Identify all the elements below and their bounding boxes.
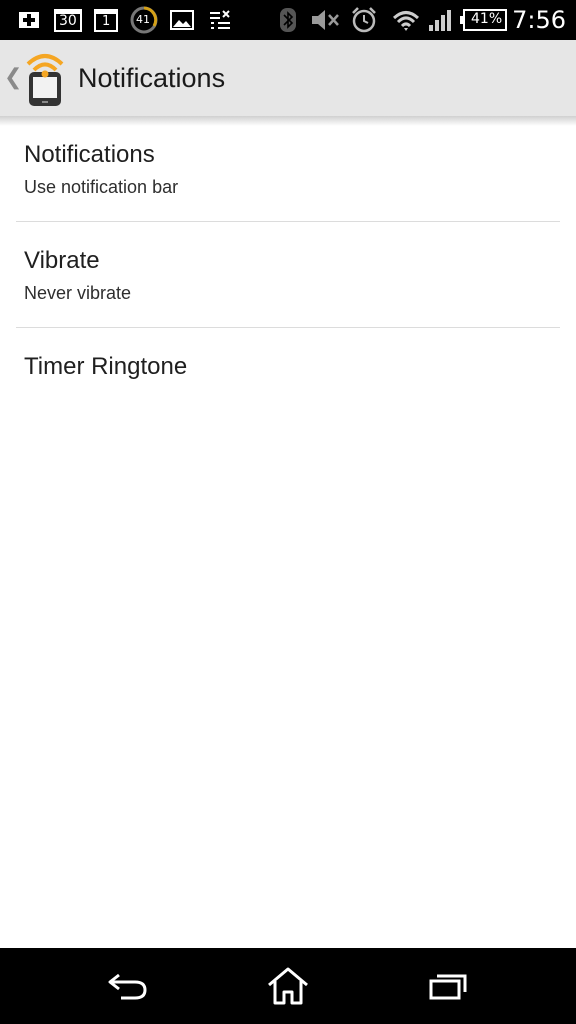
- calendar-day-a: 30: [59, 13, 77, 29]
- alarm-icon: [350, 6, 378, 34]
- pref-summary: Never vibrate: [24, 283, 132, 303]
- calendar-day-b: 1: [102, 14, 111, 29]
- wifi-icon: [392, 6, 420, 34]
- status-bar: 30 1 41 41% 7:56: [0, 0, 576, 40]
- recent-apps-icon[interactable]: [418, 964, 478, 1008]
- bluetooth-icon: [278, 6, 298, 34]
- mute-icon: [310, 6, 340, 34]
- chevron-left-icon[interactable]: ❮: [4, 65, 22, 90]
- preference-list: Notifications Use notification bar Vibra…: [0, 126, 576, 424]
- page-title: Notifications: [78, 63, 226, 93]
- signal-icon: [428, 6, 454, 34]
- pref-vibrate[interactable]: Vibrate Never vibrate: [0, 222, 576, 328]
- pref-summary: Use notification bar: [24, 177, 179, 197]
- task-list-icon: [208, 6, 232, 34]
- pref-timer-ringtone[interactable]: Timer Ringtone: [0, 328, 576, 424]
- badge-count: 41: [136, 13, 150, 26]
- action-bar: ❮ Notifications: [0, 40, 576, 116]
- clock: 7:56: [512, 6, 566, 34]
- battery-icon: 41%: [460, 6, 508, 34]
- pref-title: Notifications: [24, 141, 155, 168]
- home-icon[interactable]: [258, 964, 318, 1008]
- pref-title: Vibrate: [24, 247, 100, 274]
- image-icon: [170, 6, 194, 34]
- action-bar-shadow: [0, 116, 576, 126]
- battery-41-icon: 41: [130, 6, 158, 34]
- battery-percent: 41%: [471, 11, 503, 27]
- add-notification-icon: [16, 6, 42, 34]
- phone-wifi-icon[interactable]: [22, 50, 68, 108]
- pref-notifications[interactable]: Notifications Use notification bar: [0, 126, 576, 222]
- calendar-30-icon: 30: [54, 6, 82, 34]
- calendar-1-icon: 1: [94, 6, 118, 34]
- pref-title: Timer Ringtone: [24, 353, 188, 380]
- back-icon[interactable]: [98, 964, 158, 1008]
- navigation-bar: [0, 948, 576, 1024]
